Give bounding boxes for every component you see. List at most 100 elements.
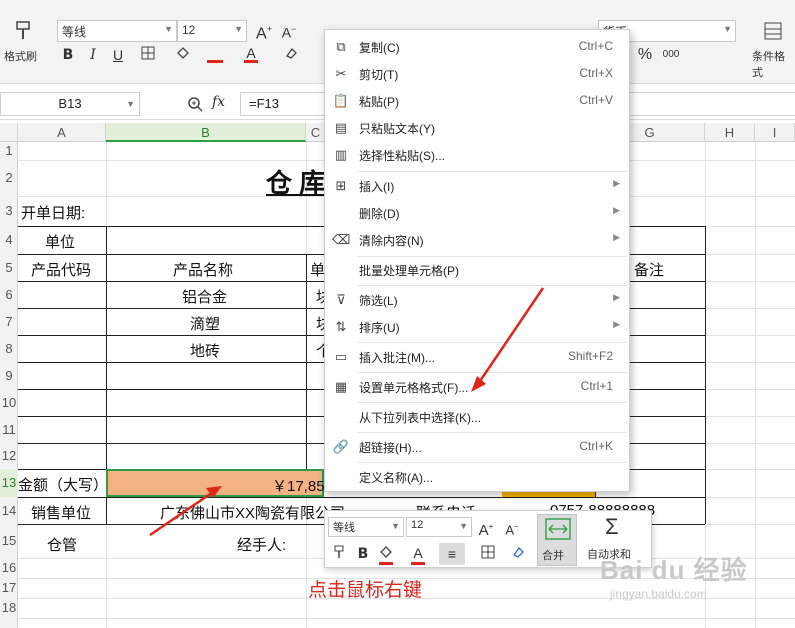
paste-text-icon: ▤ xyxy=(334,120,348,135)
row-header[interactable]: 1 xyxy=(0,142,18,160)
menu-item-clear[interactable]: ⌫ 清除内容(N) ▶ xyxy=(325,227,629,253)
mini-border-button[interactable] xyxy=(477,543,499,565)
column-header-h[interactable]: H xyxy=(705,123,755,142)
menu-item-cut[interactable]: ✂ 剪切(T) Ctrl+X xyxy=(325,61,629,87)
row-header[interactable]: 18 xyxy=(0,598,18,618)
row-header[interactable]: 9 xyxy=(0,362,18,389)
menu-item-define-name[interactable]: 定义名称(A)... xyxy=(325,464,629,490)
mini-align-button[interactable]: ≡ xyxy=(439,543,465,565)
mini-increase-font-button[interactable]: A+ xyxy=(475,516,497,539)
submenu-arrow-icon: ▶ xyxy=(613,319,620,329)
row-header[interactable]: 8 xyxy=(0,335,18,362)
fx-icon[interactable]: fx xyxy=(212,94,225,110)
menu-item-label: 设置单元格格式(F)... xyxy=(359,381,469,395)
menu-item-hyperlink[interactable]: 🔗 超链接(H)... Ctrl+K xyxy=(325,434,629,460)
mini-font-color-button[interactable]: A xyxy=(407,542,429,564)
thousands-button[interactable]: 000 xyxy=(660,44,682,66)
submenu-arrow-icon: ▶ xyxy=(613,232,620,242)
amount-value-cell[interactable]: ￥17,850 xyxy=(106,469,333,497)
fill-color-button[interactable] xyxy=(172,44,194,66)
comment-icon: ▭ xyxy=(334,349,348,364)
increase-font-button[interactable]: A+ xyxy=(253,18,275,42)
italic-button[interactable]: I xyxy=(82,44,104,66)
row-header[interactable]: 7 xyxy=(0,308,18,335)
menu-item-format-cells[interactable]: ▦ 设置单元格格式(F)... Ctrl+1 xyxy=(325,374,629,400)
row-header[interactable]: 16 xyxy=(0,558,18,578)
menu-item-delete[interactable]: 删除(D) ▶ xyxy=(325,200,629,226)
row-header[interactable]: 14 xyxy=(0,497,18,524)
paint-bucket-icon xyxy=(380,546,392,558)
mini-bold-button[interactable]: B xyxy=(352,543,374,565)
row-header[interactable]: 3 xyxy=(0,196,18,226)
menu-item-label: 超链接(H)... xyxy=(359,441,422,455)
border-button[interactable] xyxy=(137,44,159,66)
eraser-icon xyxy=(286,47,297,59)
column-header-b[interactable]: B xyxy=(106,123,306,142)
row-header[interactable]: 5 xyxy=(0,254,18,281)
column-header-c[interactable]: C xyxy=(306,123,326,142)
menu-item-insert[interactable]: ⊞ 插入(I) ▶ xyxy=(325,173,629,199)
product-name-cell[interactable]: 铝合金 xyxy=(182,286,227,307)
font-name-dropdown[interactable]: 等线 ▼ xyxy=(57,20,177,42)
font-name-value: 等线 xyxy=(62,25,87,39)
bold-button[interactable]: B xyxy=(57,44,79,66)
row-header-selected[interactable]: 13 xyxy=(0,469,18,497)
mini-font-size-dropdown[interactable]: 12 ▼ xyxy=(406,517,472,537)
menu-item-filter[interactable]: ⊽ 筛选(L) ▶ xyxy=(325,287,629,313)
cell-reference: B13 xyxy=(58,96,82,111)
menu-item-insert-comment[interactable]: ▭ 插入批注(M)... Shift+F2 xyxy=(325,344,629,370)
product-name-cell[interactable]: 地砖 xyxy=(190,340,220,361)
mini-font-name-dropdown[interactable]: 等线 ▼ xyxy=(328,517,404,537)
clear-format-button[interactable] xyxy=(280,44,302,66)
row-header[interactable]: 12 xyxy=(0,443,18,469)
copy-icon: ⧉ xyxy=(336,39,346,54)
unit-cell[interactable]: 块 xyxy=(316,286,324,307)
column-header-i[interactable]: I xyxy=(755,123,795,142)
row-header[interactable]: 6 xyxy=(0,281,18,308)
menu-item-copy[interactable]: ⧉ 复制(C) Ctrl+C xyxy=(325,34,629,60)
menu-item-paste-text[interactable]: ▤ 只粘贴文本(Y) xyxy=(325,115,629,141)
link-icon: 🔗 xyxy=(332,439,350,454)
unit-cell[interactable]: 个 xyxy=(316,340,324,361)
product-name-cell[interactable]: 滴塑 xyxy=(190,313,220,334)
format-painter-icon xyxy=(334,545,344,558)
mini-decrease-font-button[interactable]: A− xyxy=(501,516,523,538)
unit-cell[interactable]: 块 xyxy=(316,313,324,334)
mini-format-painter-button[interactable] xyxy=(328,543,350,565)
sheet-title: 仓 库 xyxy=(266,168,326,198)
menu-item-batch[interactable]: 批量处理单元格(P) xyxy=(325,257,629,283)
zoom-icon[interactable] xyxy=(187,96,203,112)
sort-icon: ⇅ xyxy=(335,319,347,334)
sales-unit-value[interactable]: 广东佛山市XX陶瓷有限公司 xyxy=(160,502,345,523)
column-header-a[interactable]: A xyxy=(18,123,106,142)
underline-button[interactable]: U xyxy=(107,44,129,66)
row-header[interactable]: 2 xyxy=(0,160,18,196)
name-box[interactable]: B13 ▼ xyxy=(0,92,140,116)
filter-icon: ⊽ xyxy=(336,292,346,307)
mini-clear-button[interactable] xyxy=(507,543,529,565)
menu-item-paste[interactable]: 📋 粘贴(P) Ctrl+V xyxy=(325,88,629,114)
percent-button[interactable]: % xyxy=(634,44,656,66)
menu-item-shortcut: Ctrl+C xyxy=(578,39,613,53)
menu-item-sort[interactable]: ⇅ 排序(U) ▶ xyxy=(325,314,629,340)
row-header[interactable]: 4 xyxy=(0,226,18,254)
row-header[interactable]: 11 xyxy=(0,416,18,443)
menu-separator xyxy=(357,342,627,343)
row-header[interactable]: 15 xyxy=(0,524,18,558)
menu-item-shortcut: Ctrl+V xyxy=(579,93,613,107)
menu-item-label: 删除(D) xyxy=(359,207,400,221)
menu-item-paste-special[interactable]: ▥ 选择性粘贴(S)... xyxy=(325,142,629,168)
mini-merge-button[interactable]: 合并 xyxy=(537,514,577,566)
row-header[interactable]: 10 xyxy=(0,389,18,416)
font-color-indicator xyxy=(244,60,258,63)
row-header[interactable]: 17 xyxy=(0,578,18,598)
font-size-dropdown[interactable]: 12 ▼ xyxy=(177,20,247,42)
conditional-format-button[interactable]: 条件格式 xyxy=(752,18,795,79)
format-painter-button[interactable]: 格式刷 xyxy=(4,18,42,66)
menu-item-shortcut: Ctrl+K xyxy=(579,439,613,453)
decrease-font-button[interactable]: A− xyxy=(278,18,300,41)
menu-item-pick-from-list[interactable]: 从下拉列表中选择(K)... xyxy=(325,404,629,430)
mini-font-name-value: 等线 xyxy=(333,522,355,534)
menu-item-label: 筛选(L) xyxy=(359,294,398,308)
select-all-corner[interactable] xyxy=(0,123,18,142)
